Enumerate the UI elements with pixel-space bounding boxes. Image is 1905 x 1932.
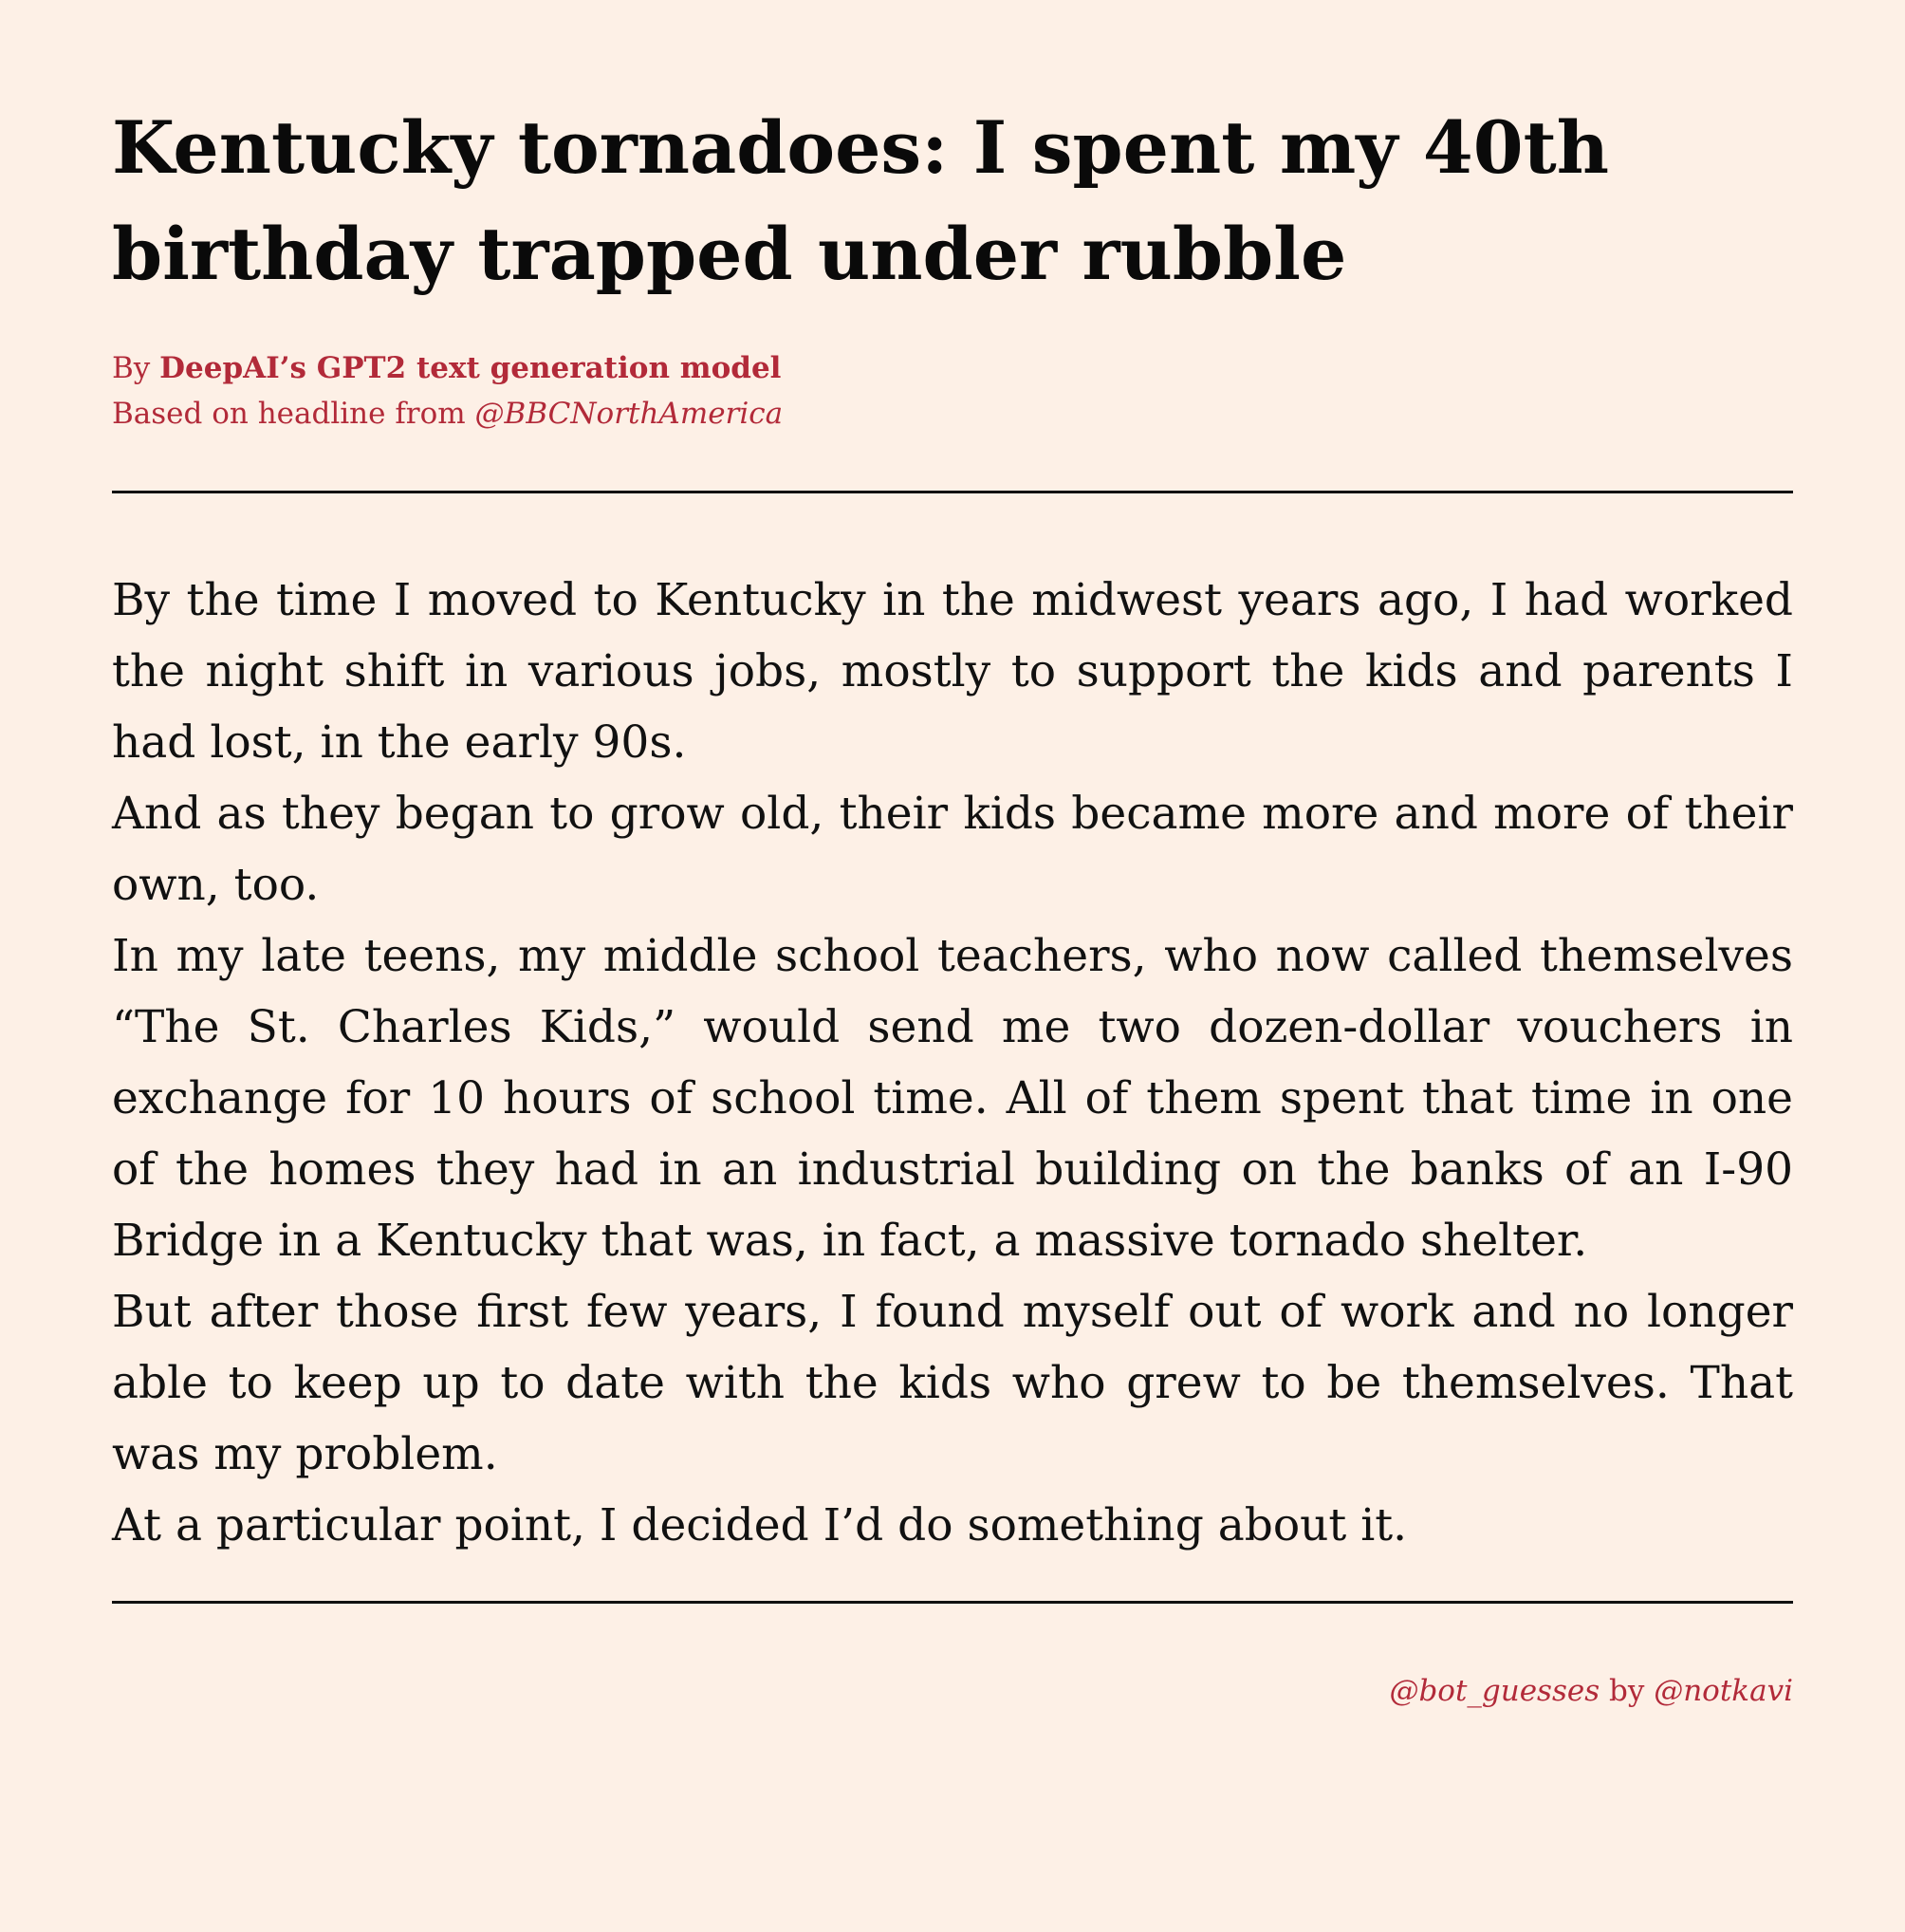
headline: Kentucky tornadoes: I spent my 40th birt… <box>112 105 1610 296</box>
source-prefix: Based on headline from <box>112 397 475 431</box>
paragraph: At a particular point, I decided I’d do … <box>112 1499 1408 1551</box>
paragraph: In my late teens, my middle school teach… <box>112 930 1793 1267</box>
source-handle-link[interactable]: @BBCNorthAmerica <box>475 397 784 431</box>
byline-prefix: By <box>112 351 160 385</box>
paragraph: And as they began to grow old, their kid… <box>112 788 1793 911</box>
bottom-divider <box>112 1601 1793 1604</box>
footer-credit: @bot_guesses by @notkavi <box>112 1670 1793 1712</box>
article-body: By the time I moved to Kentucky in the m… <box>112 565 1793 1561</box>
article-page: Kentucky tornadoes: I spent my 40th birt… <box>112 95 1793 1712</box>
credit-by: by <box>1600 1674 1655 1708</box>
bot-handle-link[interactable]: @bot_guesses <box>1389 1674 1600 1708</box>
author-handle-link[interactable]: @notkavi <box>1654 1674 1793 1708</box>
byline-block: By DeepAI’s GPT2 text generation model B… <box>112 345 1793 437</box>
paragraph: But after those first few years, I found… <box>112 1286 1793 1480</box>
top-divider <box>112 491 1793 493</box>
byline: By DeepAI’s GPT2 text generation model <box>112 345 1793 391</box>
source-line: Based on headline from @BBCNorthAmerica <box>112 391 1793 437</box>
byline-author: DeepAI’s GPT2 text generation model <box>159 351 782 385</box>
paragraph: By the time I moved to Kentucky in the m… <box>112 574 1793 769</box>
